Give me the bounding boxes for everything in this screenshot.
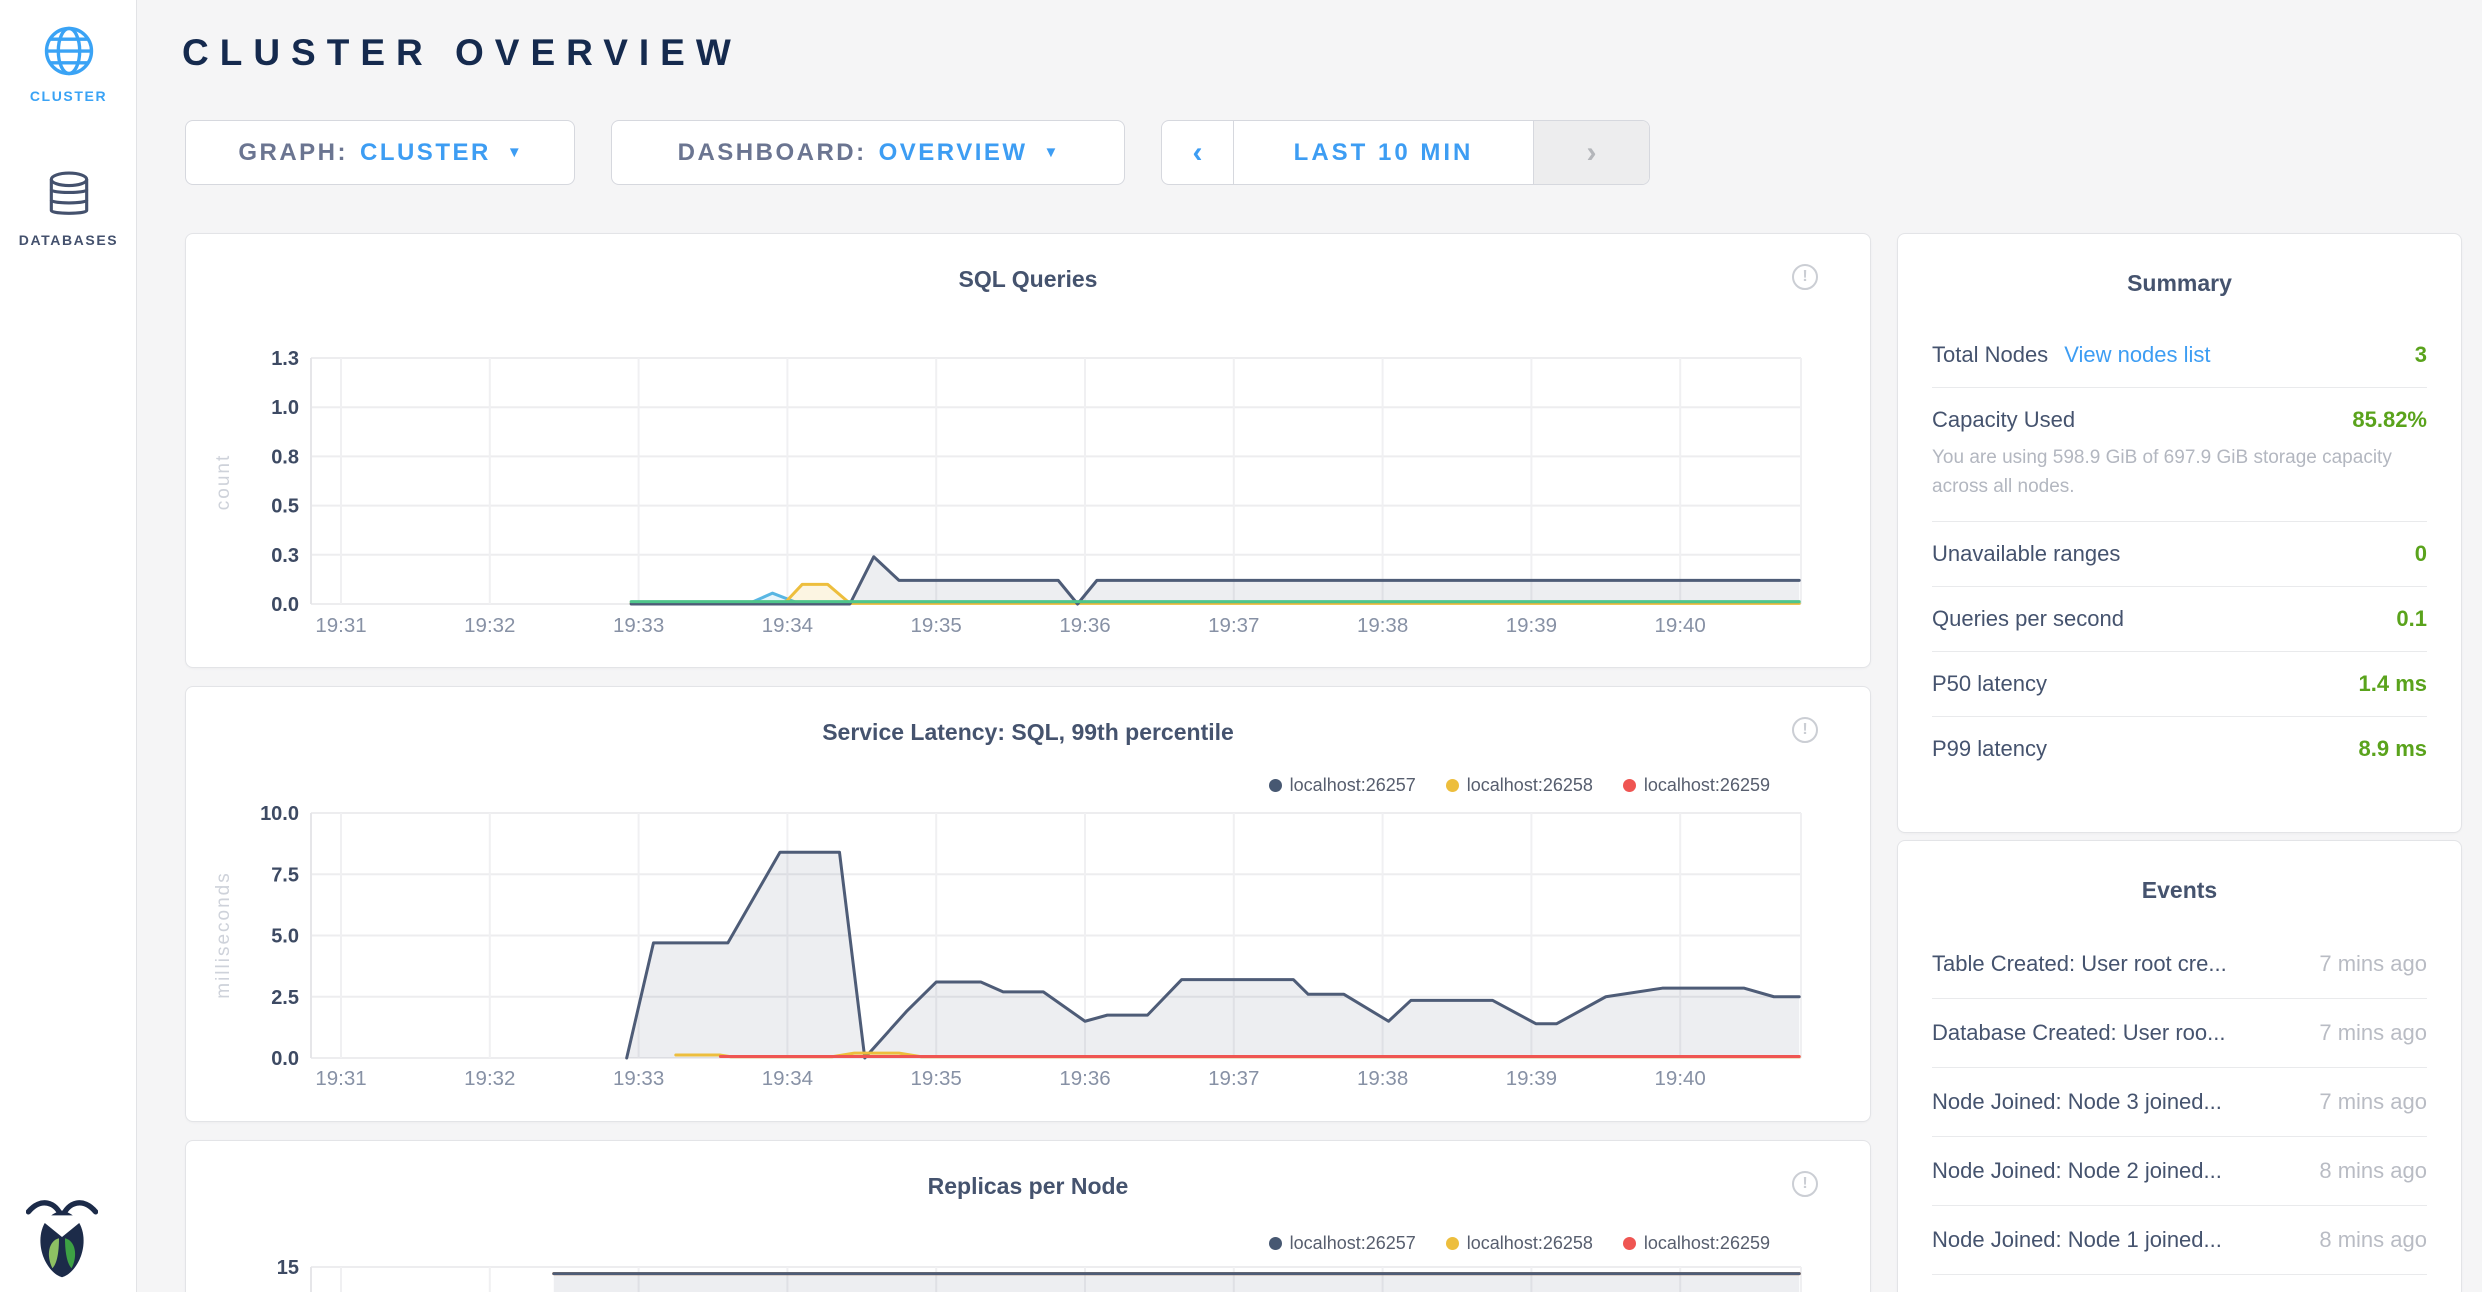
x-axis-tick: 19:37 xyxy=(1208,614,1259,637)
event-row[interactable]: Table Created: User root cre... 7 mins a… xyxy=(1932,930,2427,999)
view-nodes-list-link[interactable]: View nodes list xyxy=(2064,342,2210,368)
graph-dropdown-value: CLUSTER xyxy=(360,139,491,167)
x-axis-tick: 19:32 xyxy=(464,614,515,637)
time-range-value[interactable]: LAST 10 MIN xyxy=(1234,121,1533,184)
sidebar-item-cluster[interactable]: CLUSTER xyxy=(0,24,137,104)
x-axis-tick: 19:39 xyxy=(1506,614,1557,637)
summary-row-queries-per-second: Queries per second 0.1 xyxy=(1932,587,2427,652)
time-range-next-button[interactable]: › xyxy=(1533,121,1649,184)
event-row[interactable]: Node Joined: Node 1 joined... 8 mins ago xyxy=(1932,1206,2427,1275)
x-axis-tick: 19:39 xyxy=(1506,1067,1557,1090)
x-axis-tick: 19:32 xyxy=(464,1067,515,1090)
dashboard-dropdown-value: OVERVIEW xyxy=(879,139,1028,167)
y-axis-tick: 0.3 xyxy=(271,545,299,567)
y-axis-tick: 1.3 xyxy=(271,348,299,370)
cockroachdb-logo-icon[interactable] xyxy=(26,1194,98,1280)
y-axis-tick: 7.5 xyxy=(271,864,299,886)
y-axis-tick: 0.8 xyxy=(271,446,299,468)
y-axis-tick: 0.0 xyxy=(271,594,299,616)
summary-row-value: 85.82% xyxy=(2352,407,2427,433)
event-label: Table Created: User root cre... xyxy=(1932,951,2227,977)
x-axis-tick: 19:33 xyxy=(613,614,664,637)
page-title: CLUSTER OVERVIEW xyxy=(182,32,742,74)
summary-row-value: 1.4 ms xyxy=(2359,671,2428,697)
chevron-down-icon: ▼ xyxy=(507,144,522,161)
database-icon xyxy=(44,170,94,222)
chevron-down-icon: ▼ xyxy=(1044,144,1059,161)
event-row[interactable]: Database Created: User roo... 7 mins ago xyxy=(1932,999,2427,1068)
y-axis-tick: 10.0 xyxy=(260,803,299,825)
replicas-per-node-chart-panel: Replicas per Node ! localhost:26257local… xyxy=(185,1140,1871,1292)
summary-row-label: Capacity Used xyxy=(1932,407,2075,433)
y-axis-tick: 0.0 xyxy=(271,1048,299,1070)
summary-row-p50-latency: P50 latency 1.4 ms xyxy=(1932,652,2427,717)
x-axis-tick: 19:40 xyxy=(1655,1067,1706,1090)
y-axis-tick: 1.0 xyxy=(271,397,299,419)
event-row[interactable]: Node Joined: Node 3 joined... 7 mins ago xyxy=(1932,1068,2427,1137)
event-time: 8 mins ago xyxy=(2319,1227,2427,1253)
summary-row-label: Unavailable ranges xyxy=(1932,541,2120,567)
y-axis-tick: 0.5 xyxy=(271,496,299,518)
event-label: Database Created: User roo... xyxy=(1932,1020,2225,1046)
summary-row-value: 0.1 xyxy=(2396,606,2427,632)
sidebar-item-label: CLUSTER xyxy=(0,88,137,104)
x-axis-tick: 19:35 xyxy=(911,1067,962,1090)
time-range-selector: ‹ LAST 10 MIN › xyxy=(1161,120,1650,185)
x-axis-tick: 19:38 xyxy=(1357,1067,1408,1090)
summary-row-p99-latency: P99 latency 8.9 ms xyxy=(1932,717,2427,781)
x-axis-tick: 19:31 xyxy=(315,614,366,637)
x-axis-tick: 19:34 xyxy=(762,614,813,637)
summary-panel: Summary Total Nodes View nodes list 3 Ca… xyxy=(1897,233,2462,833)
summary-row-unavailable-ranges: Unavailable ranges 0 xyxy=(1932,522,2427,587)
event-label: Node Joined: Node 3 joined... xyxy=(1932,1089,2222,1115)
x-axis-tick: 19:40 xyxy=(1655,614,1706,637)
replicas-per-node-chart[interactable]: 15105019:3119:3219:3319:3419:3519:3619:3… xyxy=(186,1141,1872,1292)
event-time: 7 mins ago xyxy=(2319,951,2427,977)
dashboard-dropdown-label: DASHBOARD: xyxy=(678,139,867,167)
event-time: 7 mins ago xyxy=(2319,1089,2427,1115)
summary-row-value: 0 xyxy=(2415,541,2427,567)
summary-row-label: P50 latency xyxy=(1932,671,2047,697)
sql-queries-chart[interactable]: 0.0 0.3 0.5 0.8 1.0 1.3 19:31 19:32 19:33 19:34 19… xyxy=(186,234,1872,669)
x-axis-tick: 19:37 xyxy=(1208,1067,1259,1090)
x-axis-tick: 19:36 xyxy=(1059,614,1110,637)
dashboard-dropdown[interactable]: DASHBOARD: OVERVIEW ▼ xyxy=(611,120,1125,185)
x-axis-tick: 19:34 xyxy=(762,1067,813,1090)
x-axis-tick: 19:31 xyxy=(315,1067,366,1090)
event-time: 7 mins ago xyxy=(2319,1020,2427,1046)
event-row[interactable]: Node Joined: Node 2 joined... 8 mins ago xyxy=(1932,1137,2427,1206)
summary-title: Summary xyxy=(1932,234,2427,297)
event-label: Node Joined: Node 1 joined... xyxy=(1932,1227,2222,1253)
x-axis-tick: 19:36 xyxy=(1059,1067,1110,1090)
summary-row-label: Queries per second xyxy=(1932,606,2124,632)
summary-row-label: Total Nodes xyxy=(1932,342,2048,368)
summary-row-capacity-used: Capacity Used 85.82% You are using 598.9… xyxy=(1932,388,2427,522)
x-axis-tick: 19:35 xyxy=(911,614,962,637)
sidebar-item-label: DATABASES xyxy=(0,232,137,248)
x-axis-tick: 19:38 xyxy=(1357,614,1408,637)
service-latency-chart-panel: Service Latency: SQL, 99th percentile ! … xyxy=(185,686,1871,1122)
summary-row-value: 8.9 ms xyxy=(2359,736,2428,762)
x-axis-tick: 19:33 xyxy=(613,1067,664,1090)
sql-queries-chart-panel: SQL Queries ! count 0.00.30.50.81.01.319… xyxy=(185,233,1871,668)
globe-icon xyxy=(42,24,96,78)
y-axis-tick: 15 xyxy=(277,1257,299,1279)
time-range-prev-button[interactable]: ‹ xyxy=(1162,121,1234,184)
events-title: Events xyxy=(1932,841,2427,904)
event-label: Node Joined: Node 2 joined... xyxy=(1932,1158,2222,1184)
y-axis-tick: 5.0 xyxy=(271,926,299,948)
summary-row-value: 3 xyxy=(2415,342,2427,368)
y-axis-tick: 2.5 xyxy=(271,987,299,1009)
summary-row-total-nodes: Total Nodes View nodes list 3 xyxy=(1932,323,2427,388)
capacity-note: You are using 598.9 GiB of 697.9 GiB sto… xyxy=(1932,443,2427,502)
summary-row-label: P99 latency xyxy=(1932,736,2047,762)
graph-dropdown-label: GRAPH: xyxy=(238,139,348,167)
cluster-overview-page: CLUSTER DATABASES CLUSTER OVERVIEW GRA xyxy=(0,0,2482,1292)
sidebar: CLUSTER DATABASES xyxy=(0,0,137,1292)
event-time: 8 mins ago xyxy=(2319,1158,2427,1184)
events-panel: Events Table Created: User root cre... 7… xyxy=(1897,840,2462,1292)
service-latency-chart[interactable]: 0.0 2.5 5.0 7.5 10.0 19:31 19:32 19:33 19:34 19:3… xyxy=(186,687,1872,1123)
graph-dropdown[interactable]: GRAPH: CLUSTER ▼ xyxy=(185,120,575,185)
sidebar-item-databases[interactable]: DATABASES xyxy=(0,170,137,248)
